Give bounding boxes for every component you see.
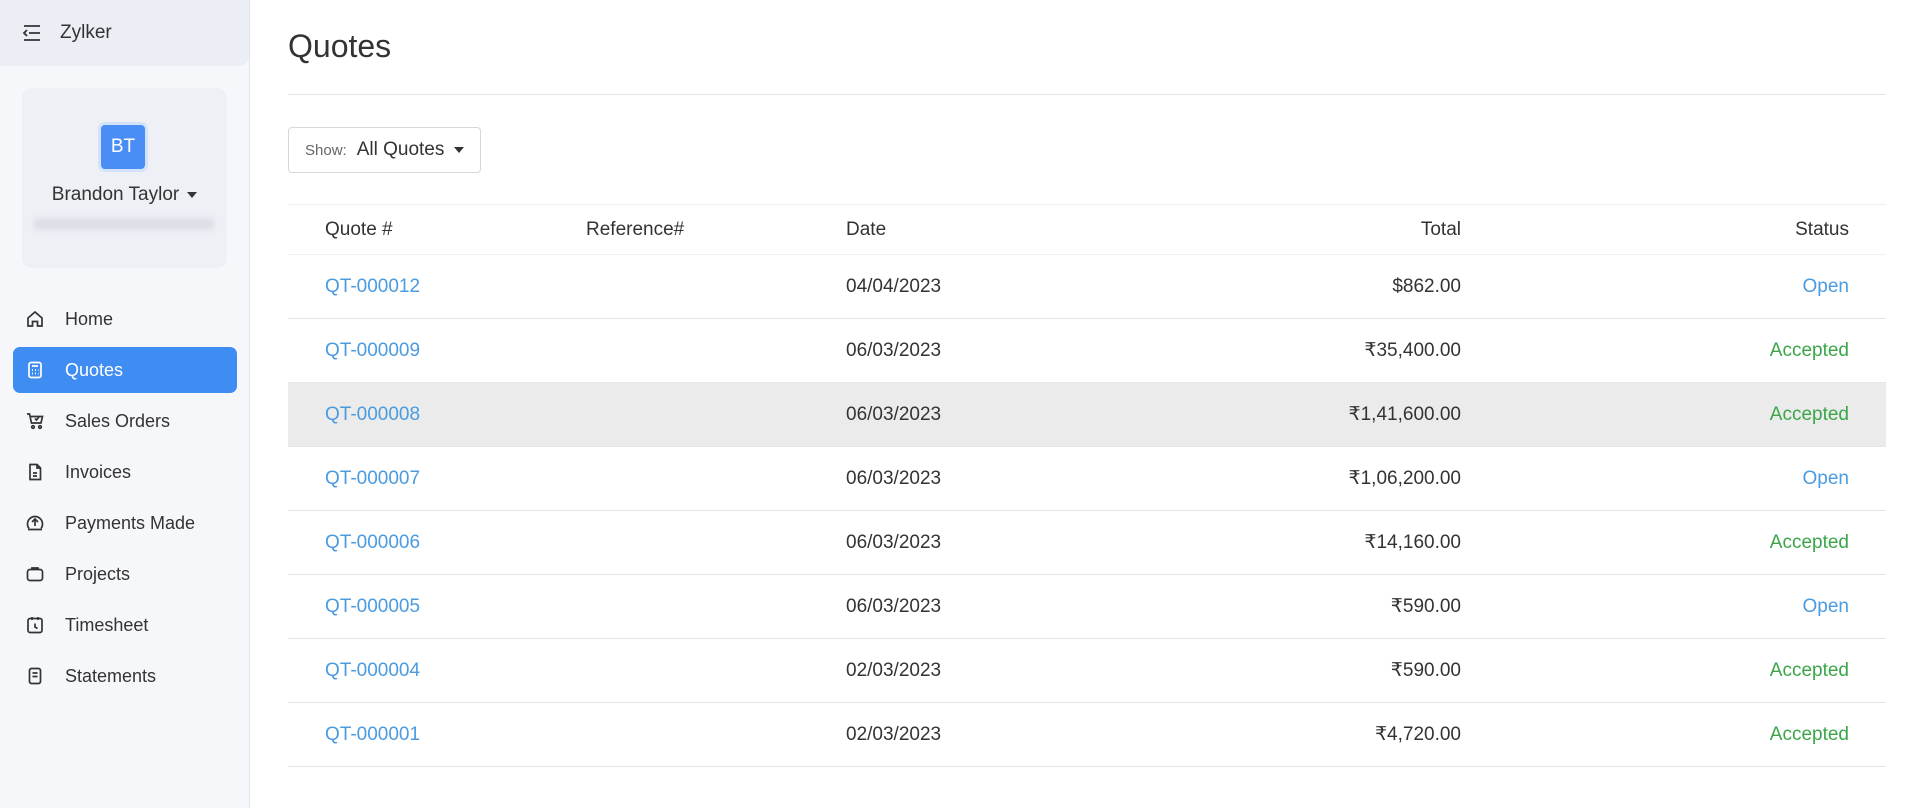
sidebar-item-sales-orders[interactable]: Sales Orders xyxy=(13,398,237,444)
quotes-table: Quote # Reference# Date Total Status QT-… xyxy=(288,204,1886,767)
chevron-down-icon xyxy=(187,191,198,198)
table-row[interactable]: QT-000004 02/03/2023 ₹590.00 Accepted xyxy=(288,639,1886,703)
date-cell: 06/03/2023 xyxy=(846,595,942,617)
quote-link[interactable]: QT-000007 xyxy=(325,468,420,489)
column-header-total: Total xyxy=(1420,218,1461,240)
quote-link[interactable]: QT-000006 xyxy=(325,532,420,553)
title-divider xyxy=(288,94,1886,95)
date-cell: 04/04/2023 xyxy=(846,275,942,297)
quote-link[interactable]: QT-000004 xyxy=(325,660,420,681)
sidebar-item-label: Quotes xyxy=(65,359,124,380)
timesheet-icon xyxy=(27,617,43,634)
column-header-reference: Reference# xyxy=(586,218,685,240)
quote-filter-dropdown[interactable]: Show: All Quotes xyxy=(288,127,482,173)
total-cell: ₹14,160.00 xyxy=(1364,532,1461,553)
collapse-menu-icon[interactable] xyxy=(22,24,42,42)
sidebar-item-label: Sales Orders xyxy=(65,410,171,431)
table-row[interactable]: QT-000008 06/03/2023 ₹1,41,600.00 Accept… xyxy=(288,383,1886,447)
sidebar-item-projects[interactable]: Projects xyxy=(13,551,237,597)
date-cell: 02/03/2023 xyxy=(846,723,942,745)
quote-link[interactable]: QT-000001 xyxy=(325,724,420,745)
status-cell: Accepted xyxy=(1769,659,1849,681)
status-cell: Accepted xyxy=(1769,339,1849,361)
total-cell: ₹1,06,200.00 xyxy=(1348,468,1461,489)
total-cell: $862.00 xyxy=(1392,275,1461,297)
chevron-down-icon xyxy=(454,147,465,153)
date-cell: 06/03/2023 xyxy=(846,531,942,553)
sidebar: Zylker BT Brandon Taylor Home Quotes Sal… xyxy=(0,0,250,808)
total-cell: ₹4,720.00 xyxy=(1374,724,1461,745)
total-cell: ₹590.00 xyxy=(1390,596,1461,617)
sidebar-item-label: Statements xyxy=(65,665,157,686)
briefcase-icon xyxy=(26,567,44,582)
statement-icon xyxy=(28,667,42,685)
sidebar-item-label: Timesheet xyxy=(65,614,149,635)
profile-name: Brandon Taylor xyxy=(51,184,180,205)
table-row[interactable]: QT-000006 06/03/2023 ₹14,160.00 Accepted xyxy=(288,511,1886,575)
sidebar-item-quotes[interactable]: Quotes xyxy=(13,347,237,393)
table-row[interactable]: QT-000001 02/03/2023 ₹4,720.00 Accepted xyxy=(288,703,1886,767)
filter-value: All Quotes xyxy=(356,139,445,160)
total-cell: ₹1,41,600.00 xyxy=(1348,404,1461,425)
table-row[interactable]: QT-000007 06/03/2023 ₹1,06,200.00 Open xyxy=(288,447,1886,511)
status-cell: Accepted xyxy=(1769,531,1849,553)
quote-link[interactable]: QT-000005 xyxy=(325,596,420,617)
total-cell: ₹35,400.00 xyxy=(1364,340,1461,361)
filter-label: Show: xyxy=(305,141,347,159)
profile-subtitle-blurred xyxy=(34,214,214,234)
sidebar-item-label: Projects xyxy=(65,563,131,584)
sidebar-item-invoices[interactable]: Invoices xyxy=(13,449,237,495)
table-header-row: Quote # Reference# Date Total Status xyxy=(288,205,1886,255)
quote-link[interactable]: QT-000012 xyxy=(325,276,420,297)
status-cell: Open xyxy=(1802,595,1849,617)
status-cell: Open xyxy=(1802,467,1849,489)
quote-link[interactable]: QT-000008 xyxy=(325,404,420,425)
table-row[interactable]: QT-000012 04/04/2023 $862.00 Open xyxy=(288,255,1886,319)
quote-link[interactable]: QT-000009 xyxy=(325,340,420,361)
profile-card: BT Brandon Taylor xyxy=(22,88,227,268)
date-cell: 06/03/2023 xyxy=(846,339,942,361)
upload-circle-icon xyxy=(26,515,44,531)
cart-icon xyxy=(27,413,44,430)
page-title: Quotes xyxy=(288,28,392,64)
sidebar-item-timesheet[interactable]: Timesheet xyxy=(13,602,237,648)
sidebar-item-home[interactable]: Home xyxy=(13,296,237,342)
table-row[interactable]: QT-000005 06/03/2023 ₹590.00 Open xyxy=(288,575,1886,639)
sidebar-nav: Home Quotes Sales Orders Invoices Paymen… xyxy=(13,296,237,704)
status-cell: Accepted xyxy=(1769,403,1849,425)
home-icon xyxy=(27,310,43,327)
sidebar-item-label: Invoices xyxy=(65,461,132,482)
sidebar-item-label: Payments Made xyxy=(65,512,196,533)
date-cell: 06/03/2023 xyxy=(846,403,942,425)
sidebar-item-statements[interactable]: Statements xyxy=(13,653,237,699)
org-name: Zylker xyxy=(60,22,112,43)
sidebar-item-payments-made[interactable]: Payments Made xyxy=(13,500,237,546)
document-icon xyxy=(29,463,42,481)
date-cell: 06/03/2023 xyxy=(846,467,942,489)
total-cell: ₹590.00 xyxy=(1390,660,1461,681)
calculator-icon xyxy=(28,361,42,379)
column-header-status: Status xyxy=(1795,218,1849,240)
avatar[interactable]: BT xyxy=(98,122,148,172)
column-header-quote: Quote # xyxy=(325,218,393,240)
brand-bar: Zylker xyxy=(0,0,249,66)
sidebar-item-label: Home xyxy=(65,308,114,329)
date-cell: 02/03/2023 xyxy=(846,659,942,681)
status-cell: Open xyxy=(1802,275,1849,297)
table-row[interactable]: QT-000009 06/03/2023 ₹35,400.00 Accepted xyxy=(288,319,1886,383)
profile-menu[interactable]: Brandon Taylor xyxy=(22,184,227,206)
status-cell: Accepted xyxy=(1769,723,1849,745)
column-header-date: Date xyxy=(846,218,887,240)
